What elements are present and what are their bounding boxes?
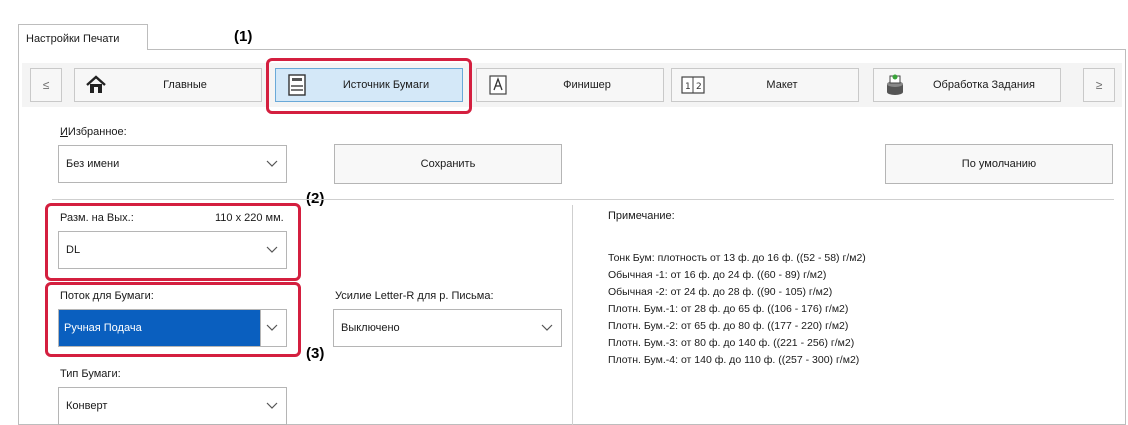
note-line: Плотн. Бум.-2: от 65 ф. до 80 ф. ((177 -… xyxy=(608,320,849,332)
callout-1: (1) xyxy=(234,28,253,45)
chevron-down-icon xyxy=(266,246,278,253)
callout-3: (3) xyxy=(306,345,325,362)
note-divider xyxy=(572,205,573,425)
note-line: Обычная -1: от 16 ф. до 24 ф. ((60 - 89)… xyxy=(608,269,827,281)
default-button[interactable]: По умолчанию xyxy=(885,144,1113,184)
job-stack-icon xyxy=(882,72,908,98)
note-line: Плотн. Бум.-3: от 80 ф. до 140 ф. ((221 … xyxy=(608,337,855,349)
nav-tab-job-handling-label: Обработка Задания xyxy=(932,79,1035,91)
nav-tab-finisher-label: Финишер xyxy=(563,79,611,91)
nav-prev-button[interactable]: ≤ xyxy=(30,68,62,102)
note-title: Примечание: xyxy=(608,210,675,222)
note-line: Обычная -2: от 24 ф. до 28 ф. ((90 - 105… xyxy=(608,286,833,298)
nav-tab-layout[interactable]: 12 Макет xyxy=(671,68,859,102)
paper-type-select[interactable]: Конверт xyxy=(58,387,287,425)
nav-tab-main[interactable]: Главные xyxy=(74,68,262,102)
paper-feed-select[interactable]: Ручная Подача xyxy=(58,309,287,347)
favorites-select-value: Без имени xyxy=(66,158,120,170)
output-size-select[interactable]: DL xyxy=(58,231,287,269)
save-button[interactable]: Сохранить xyxy=(334,144,562,184)
home-icon xyxy=(83,72,109,98)
nav-tab-layout-label: Макет xyxy=(766,79,798,91)
nav-tab-job-handling[interactable]: Обработка Задания xyxy=(873,68,1061,102)
nav-next-button[interactable]: ≥ xyxy=(1083,68,1115,102)
favorites-select[interactable]: Без имени xyxy=(58,145,287,183)
letter-r-label: Усилие Letter-R для р. Письма: xyxy=(335,290,494,302)
paper-feed-label: Поток для Бумаги: xyxy=(60,290,154,302)
output-size-dimension: 110 x 220 мм. xyxy=(215,212,284,224)
output-size-select-value: DL xyxy=(66,244,81,256)
favorites-label-text: Избранное: xyxy=(67,126,127,138)
section-divider xyxy=(52,199,1114,200)
chevron-down-icon xyxy=(266,402,278,409)
note-line: Плотн. Бум.-1: от 28 ф. до 65 ф. ((106 -… xyxy=(608,303,849,315)
chevron-down-icon xyxy=(541,324,553,331)
paper-type-label: Тип Бумаги: xyxy=(60,368,121,380)
finisher-icon xyxy=(485,72,511,98)
note-line: Плотн. Бум.-4: от 140 ф. до 110 ф. ((257… xyxy=(608,354,860,366)
paper-type-select-value: Конверт xyxy=(66,400,108,412)
svg-text:1: 1 xyxy=(685,82,691,92)
highlight-paper-source-tab xyxy=(266,58,472,114)
letter-r-select[interactable]: Выключено xyxy=(333,309,562,347)
favorites-label: ИИзбранное: xyxy=(60,126,127,138)
chevron-down-icon xyxy=(266,324,278,331)
nav-tab-finisher[interactable]: Финишер xyxy=(476,68,664,102)
layout-icon: 12 xyxy=(680,72,706,98)
output-size-label: Разм. на Вых.: xyxy=(60,212,134,224)
paper-feed-select-value: Ручная Подача xyxy=(64,322,142,334)
svg-text:2: 2 xyxy=(696,82,702,92)
note-line: Тонк Бум: плотность от 13 ф. до 16 ф. ((… xyxy=(608,252,866,264)
tab-print-settings[interactable]: Настройки Печати xyxy=(18,24,148,50)
nav-tab-main-label: Главные xyxy=(163,79,207,91)
chevron-down-icon xyxy=(266,160,278,167)
letter-r-select-value: Выключено xyxy=(341,322,400,334)
